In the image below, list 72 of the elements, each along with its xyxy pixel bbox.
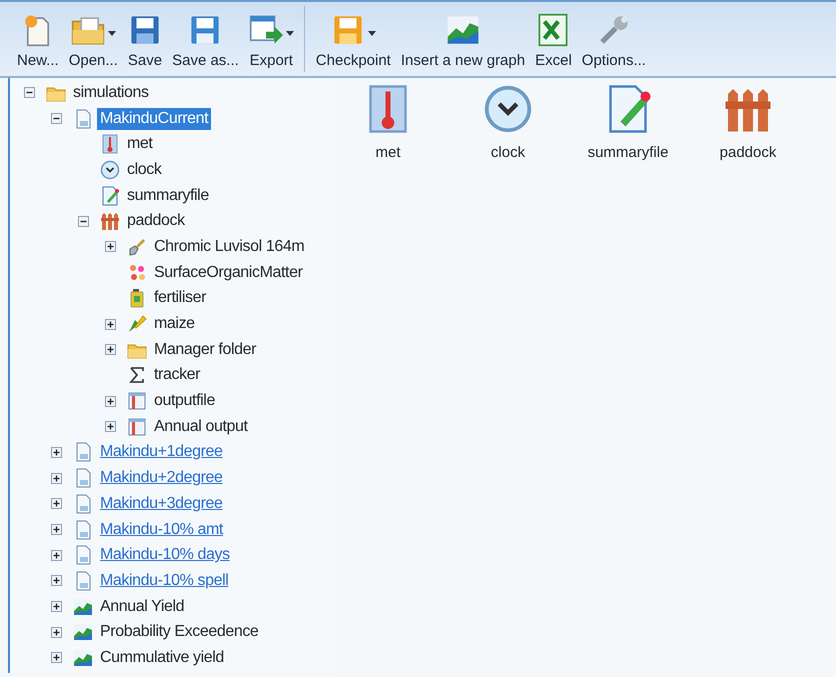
- dots-icon: [127, 262, 147, 283]
- toolbar-button[interactable]: Checkpoint: [310, 6, 396, 72]
- expand-icon[interactable]: [105, 318, 116, 330]
- caret-icon: [286, 31, 294, 36]
- expand-icon[interactable]: [51, 626, 62, 638]
- expand-icon[interactable]: [105, 421, 116, 432]
- expand-icon[interactable]: [51, 498, 62, 510]
- caret-icon: [368, 31, 376, 36]
- document-pencil-icon: [100, 186, 120, 206]
- tree-item[interactable]: Makindu-10% days: [97, 544, 233, 566]
- expand-icon[interactable]: [51, 652, 62, 664]
- component-tile[interactable]: paddock: [699, 84, 797, 164]
- collapse-icon[interactable]: [78, 216, 89, 227]
- toolbar-button[interactable]: Excel: [530, 6, 577, 72]
- table-icon: [127, 416, 147, 437]
- expand-icon[interactable]: [105, 241, 116, 252]
- shovel-icon: [127, 236, 147, 257]
- spreadsheet-icon: [536, 12, 570, 46]
- chart-icon: [73, 648, 93, 668]
- toolbar-button[interactable]: Save as...: [167, 6, 244, 72]
- tree-item[interactable]: Annual output: [151, 416, 251, 438]
- fence-icon: [100, 211, 120, 232]
- toolbar-button[interactable]: Insert a new graph: [396, 6, 530, 72]
- tree-item[interactable]: Probability Exceedence: [97, 621, 262, 644]
- spreadsheet-arrow-icon: [248, 12, 283, 46]
- corn-icon: [127, 314, 147, 334]
- caret-icon: [108, 31, 116, 36]
- tree-item[interactable]: Makindu+3degree: [97, 492, 226, 515]
- tree-item[interactable]: Chromic Luvisol 164m: [151, 236, 308, 258]
- tree-item[interactable]: Makindu+2degree: [97, 467, 226, 490]
- expand-icon[interactable]: [105, 344, 116, 356]
- expand-icon[interactable]: [51, 575, 62, 586]
- tree-item[interactable]: summaryfile: [124, 184, 212, 207]
- expand-icon[interactable]: [51, 524, 62, 536]
- tree-item[interactable]: tracker: [151, 364, 204, 386]
- expand-icon[interactable]: [105, 396, 116, 407]
- toolbar-button[interactable]: Open...: [64, 6, 123, 72]
- expand-icon[interactable]: [51, 472, 62, 484]
- toolbar-button[interactable]: Export: [244, 6, 305, 72]
- tree-item[interactable]: Makindu-10% spell: [97, 570, 232, 592]
- expand-icon[interactable]: [51, 601, 62, 612]
- tree-item[interactable]: Cummulative yield: [97, 646, 227, 669]
- tree-item[interactable]: MakinduCurrent: [97, 108, 212, 130]
- sigma-icon: [127, 365, 147, 386]
- component-tile[interactable]: clock: [459, 84, 557, 164]
- tree-item[interactable]: Makindu+1degree: [97, 441, 226, 464]
- tree-item[interactable]: SurfaceOrganicMatter: [151, 262, 306, 284]
- collapse-icon[interactable]: [24, 87, 35, 98]
- tree-item[interactable]: clock: [124, 158, 164, 181]
- tree-item[interactable]: maize: [151, 313, 198, 336]
- tree-item[interactable]: outputfile: [151, 390, 218, 412]
- toolbar-button[interactable]: Options...: [576, 6, 651, 72]
- table-icon: [127, 391, 147, 412]
- collapse-icon[interactable]: [51, 113, 62, 124]
- thermometer-icon: [100, 134, 120, 154]
- tree-item[interactable]: Annual Yield: [97, 596, 188, 618]
- chart-icon: [73, 622, 93, 642]
- toolbar-button[interactable]: Save: [122, 6, 168, 72]
- tree-item[interactable]: fertiliser: [151, 287, 210, 310]
- tree-item[interactable]: Manager folder: [151, 338, 260, 361]
- component-tile[interactable]: summaryfile: [579, 84, 677, 164]
- chart-icon: [73, 596, 93, 617]
- component-tile[interactable]: met: [339, 84, 437, 164]
- clock-icon: [483, 84, 533, 134]
- tree-item[interactable]: met: [124, 133, 156, 156]
- toolbar-button[interactable]: New...: [12, 6, 64, 72]
- clock-icon: [100, 160, 120, 180]
- expand-icon[interactable]: [51, 550, 62, 561]
- tree-item[interactable]: paddock: [124, 210, 188, 232]
- expand-icon[interactable]: [51, 446, 62, 458]
- tree-item[interactable]: Makindu-10% amt: [97, 518, 226, 541]
- tree-item[interactable]: simulations: [70, 82, 152, 104]
